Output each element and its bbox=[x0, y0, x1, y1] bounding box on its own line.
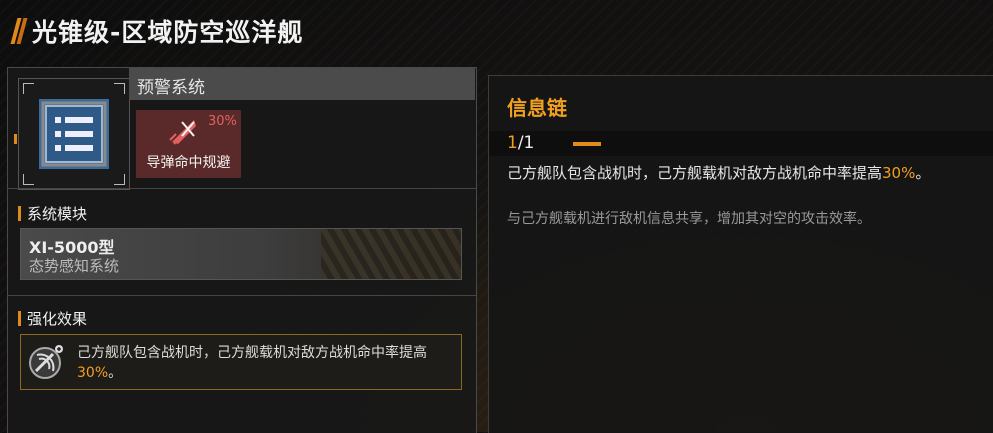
divider bbox=[8, 188, 476, 189]
enhance-section-heading: 强化效果 bbox=[18, 308, 87, 329]
system-panel: 预警系统 30% 导弹命中规避 系统模块 XI-5000型 态势感知系统 强化效… bbox=[7, 67, 477, 433]
heading-marker bbox=[18, 311, 21, 326]
module-section-heading: 系统模块 bbox=[18, 203, 87, 224]
missile-icon bbox=[169, 120, 196, 145]
enhance-highlight: 30% bbox=[77, 365, 109, 381]
divider bbox=[8, 295, 476, 296]
info-chain-flavor: 与己方舰载机进行敌机信息共享，增加其对空的攻击效率。 bbox=[507, 211, 871, 227]
system-icon-slot[interactable] bbox=[14, 78, 130, 190]
list-icon bbox=[39, 99, 109, 169]
system-name-header: 预警系统 bbox=[129, 68, 475, 100]
module-card[interactable]: XI-5000型 态势感知系统 bbox=[20, 228, 462, 280]
corner-bracket bbox=[114, 83, 125, 94]
info-chain-panel: 信息链 1/1 己方舰队包含战机时，己方舰载机对敌方战机命中率提高30%。 与己… bbox=[488, 75, 993, 433]
module-desc: 态势感知系统 bbox=[29, 257, 120, 275]
ship-title: 光锥级-区域防空巡洋舰 bbox=[10, 14, 304, 48]
level-progress-bar bbox=[573, 142, 601, 146]
effect-label: 导弹命中规避 bbox=[146, 155, 231, 171]
corner-bracket bbox=[114, 174, 125, 185]
info-chain-effect: 己方舰队包含战机时，己方舰载机对敌方战机命中率提高30%。 bbox=[507, 164, 931, 182]
enhance-effect-card: 己方舰队包含战机时，己方舰载机对敌方战机命中率提高30%。 bbox=[20, 334, 462, 390]
module-heading-text: 系统模块 bbox=[27, 205, 88, 223]
level-band bbox=[489, 131, 993, 156]
ship-title-text: 光锥级-区域防空巡洋舰 bbox=[32, 18, 304, 47]
effect-highlight: 30% bbox=[882, 164, 916, 182]
selection-marker bbox=[14, 134, 17, 144]
heading-marker bbox=[18, 206, 21, 221]
level-indicator: 1/1 bbox=[507, 133, 535, 153]
enhance-effect-text: 己方舰队包含战机时，己方舰载机对敌方战机命中率提高30%。 bbox=[77, 345, 427, 381]
corner-bracket bbox=[23, 174, 34, 185]
effect-percent: 30% bbox=[208, 114, 237, 129]
effect-card[interactable]: 30% 导弹命中规避 bbox=[136, 110, 241, 178]
module-artwork bbox=[321, 229, 461, 279]
info-chain-title: 信息链 bbox=[507, 96, 567, 120]
radar-icon bbox=[29, 345, 63, 379]
system-name: 预警系统 bbox=[137, 78, 205, 98]
enhance-heading-text: 强化效果 bbox=[27, 310, 88, 328]
corner-bracket bbox=[23, 83, 34, 94]
